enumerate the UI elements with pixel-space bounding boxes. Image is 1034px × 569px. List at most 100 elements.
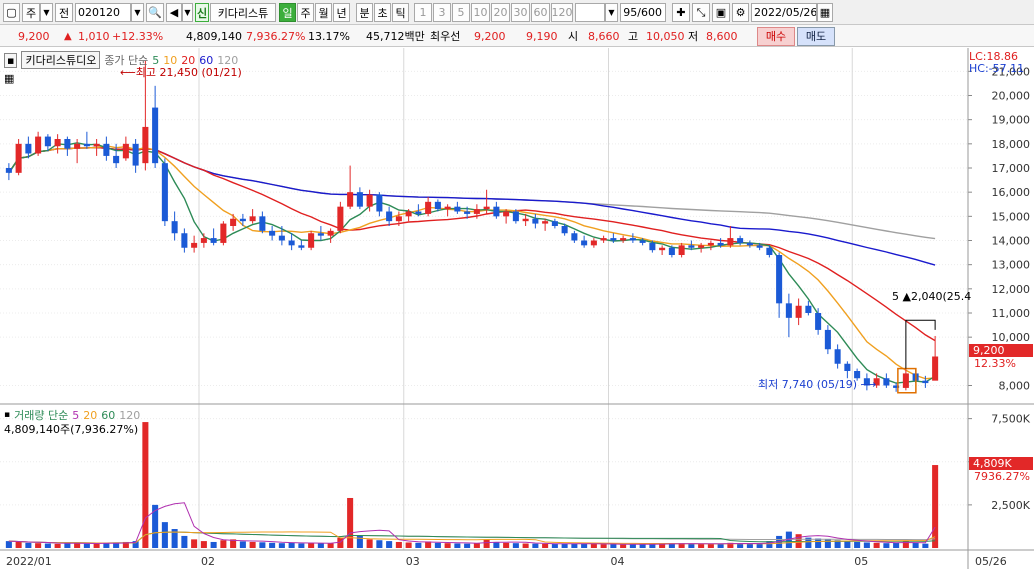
- volume-bar: [44, 543, 51, 548]
- stock-chart[interactable]: 21,00020,00019,00018,00017,00016,00015,0…: [0, 48, 1034, 569]
- period-month-button[interactable]: 월: [315, 3, 332, 22]
- volume-bar: [278, 543, 285, 548]
- candle-body: [93, 143, 100, 147]
- candle-body: [347, 192, 354, 207]
- period-second-button[interactable]: 초: [374, 3, 391, 22]
- best-ask-price: 9,200: [474, 30, 506, 43]
- minute-20-button[interactable]: 20: [491, 3, 510, 22]
- high-annotation-text: 최고 21,450 (01/21): [135, 66, 242, 79]
- code-dropdown-icon[interactable]: ▼: [131, 3, 144, 22]
- type-selector[interactable]: 주: [22, 3, 40, 22]
- candle-body: [551, 221, 558, 226]
- volume-bar: [376, 540, 383, 548]
- period-year-button[interactable]: 년: [333, 3, 350, 22]
- candle-body: [415, 211, 422, 214]
- minute-10-button[interactable]: 10: [471, 3, 490, 22]
- volume-bar: [54, 543, 61, 548]
- vol-ma20-legend: 20: [83, 408, 98, 422]
- price-axis-label: 10,000: [992, 331, 1031, 344]
- volume-bar: [93, 543, 100, 548]
- low-annotation: 최저 7,740 (05/19) ⟶: [758, 376, 876, 392]
- calendar-icon[interactable]: ▦: [817, 3, 833, 22]
- volume-bar: [503, 542, 510, 548]
- candle-body: [434, 201, 441, 210]
- volume-bar: [83, 543, 90, 548]
- volume-bar: [161, 522, 168, 548]
- volume-bar: [590, 544, 597, 548]
- candle-body: [54, 139, 61, 147]
- type-dropdown-icon[interactable]: ▼: [40, 3, 53, 22]
- scale-icon[interactable]: ⤡: [692, 3, 710, 22]
- sell-button[interactable]: 매도: [797, 27, 835, 46]
- candle-body: [317, 233, 324, 236]
- candle-body: [668, 247, 675, 255]
- search-icon[interactable]: 🔍: [146, 3, 164, 22]
- candle-body: [473, 209, 480, 214]
- period-minute-button[interactable]: 분: [356, 3, 373, 22]
- interval-dropdown-icon[interactable]: ▼: [605, 3, 618, 22]
- minute-3-button[interactable]: 3: [433, 3, 451, 22]
- period-tick-button[interactable]: 틱: [392, 3, 409, 22]
- candle-body: [395, 216, 402, 222]
- interval-input[interactable]: [575, 3, 605, 22]
- volume-bar: [25, 542, 32, 548]
- period-week-button[interactable]: 주: [297, 3, 314, 22]
- gear-icon[interactable]: ⚙: [732, 3, 749, 22]
- sin-badge: 신: [195, 3, 209, 22]
- save-icon[interactable]: ▣: [712, 3, 730, 22]
- volume-bar: [561, 543, 568, 548]
- period-day-button[interactable]: 일: [279, 3, 296, 22]
- candle-body: [464, 211, 471, 214]
- price-axis-label: 13,000: [992, 259, 1031, 272]
- candle-body: [922, 380, 929, 384]
- minute-5-button[interactable]: 5: [452, 3, 470, 22]
- data-count-input[interactable]: 95/600: [620, 3, 666, 22]
- vol-ma5-legend: 5: [72, 408, 80, 422]
- up-arrow-icon: ▲: [64, 31, 72, 42]
- stock-name: 키다리스튜: [210, 3, 276, 22]
- volume-bar: [912, 542, 919, 548]
- speaker-icon[interactable]: ◀: [166, 3, 182, 22]
- best-bid-price: 9,190: [526, 30, 558, 43]
- volume-bar: [698, 544, 705, 548]
- volume-bar: [620, 544, 627, 548]
- minute-60-button[interactable]: 60: [531, 3, 550, 22]
- minute-1-button[interactable]: 1: [414, 3, 432, 22]
- volume-bar: [688, 543, 695, 548]
- candle-body: [746, 242, 753, 246]
- volume-bar: [522, 543, 529, 548]
- volume-bar: [366, 539, 373, 548]
- date-input[interactable]: 2022/05/26: [751, 3, 817, 22]
- candle-body: [483, 206, 490, 210]
- candle-body: [688, 245, 695, 248]
- window-icon[interactable]: ▢: [3, 3, 20, 22]
- speaker-dropdown-icon[interactable]: ▼: [182, 3, 193, 22]
- candle-body: [161, 163, 168, 222]
- price-axis-label: 12,000: [992, 283, 1031, 296]
- volume-bar: [15, 541, 22, 548]
- crosshair-icon[interactable]: ✚: [672, 3, 690, 22]
- candle-body: [239, 218, 246, 222]
- stock-code-input[interactable]: 020120: [75, 3, 131, 22]
- vol-ma60-legend: 60: [101, 408, 116, 422]
- price-panel-title[interactable]: 키다리스튜디오: [21, 51, 101, 69]
- candle-body: [620, 238, 627, 241]
- candle-body: [766, 247, 773, 255]
- candle-body: [298, 245, 305, 248]
- minute-30-button[interactable]: 30: [511, 3, 530, 22]
- candle-body: [327, 230, 334, 236]
- x-axis-label: 2022/01: [6, 555, 52, 568]
- minute-120-button[interactable]: 120: [551, 3, 573, 22]
- candle-body: [113, 155, 120, 164]
- volume-bar: [854, 541, 861, 548]
- candle-body: [249, 216, 256, 222]
- price-axis-label: 17,000: [992, 162, 1031, 175]
- volume-bar: [844, 541, 851, 548]
- volume-window-icon[interactable]: ▪: [4, 410, 10, 420]
- chart-settings-icon[interactable]: ▦: [4, 72, 14, 85]
- candle-body: [210, 238, 217, 243]
- buy-button[interactable]: 매수: [757, 27, 795, 46]
- chart-window-icon[interactable]: ▪: [4, 52, 18, 68]
- volume: 4,809,140: [186, 30, 242, 43]
- price-change: 1,010: [78, 30, 110, 43]
